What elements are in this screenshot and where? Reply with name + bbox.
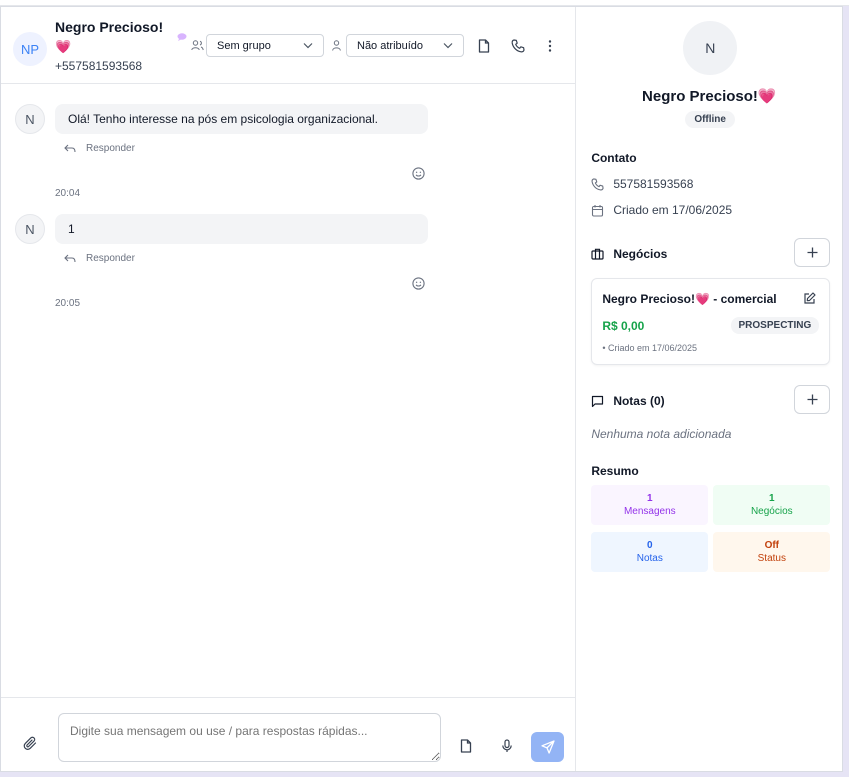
message-avatar: N [15,104,45,134]
plus-icon [807,394,818,405]
deal-created: • Criado em 17/06/2025 [602,343,698,353]
assign-select[interactable]: Não atribuído [346,34,464,57]
reply-label: Responder [86,253,135,264]
phone-icon [591,177,604,190]
phone-icon [511,39,525,53]
contact-created-value: Criado em 17/06/2025 [613,203,733,217]
contact-avatar[interactable]: NP [13,32,47,66]
user-icon [332,40,341,51]
notes-section-title: Notas (0) [591,394,665,408]
file-icon[interactable] [460,739,472,753]
chat-bubble-icon [177,33,187,41]
reply-label: Responder [86,143,135,154]
reply-icon [64,254,76,263]
dots-vertical-icon [548,40,552,52]
group-select[interactable]: Sem grupo [206,34,324,57]
app-window: NP Negro Precioso! 💗 +557581593568 Sem g… [0,6,843,772]
more-options-button[interactable] [541,37,559,55]
calendar-icon [592,204,604,217]
users-icon [191,40,204,51]
add-note-button[interactable] [794,385,831,414]
emoji-reaction-icon[interactable] [412,167,425,180]
summary-card-deals: 1 Negócios [713,485,831,525]
group-select-value: Sem grupo [217,40,271,52]
message-input[interactable] [58,713,441,762]
reply-button[interactable]: Responder [64,143,135,154]
edit-icon[interactable] [803,292,816,305]
deal-card[interactable]: Negro Precioso!💗 - comercial R$ 0,00 PRO… [591,278,831,365]
summary-card-notes: 0 Notas [591,532,709,572]
contact-avatar-large: N [683,21,738,75]
contact-phone-value: 557581593568 [613,177,694,191]
contact-name: Negro Precioso!💗 [642,88,777,105]
deal-value: R$ 0,00 [602,319,645,333]
heart-emoji: 💗 [55,39,72,54]
deal-title: Negro Precioso!💗 - comercial [602,292,777,306]
message-bubble: Olá! Tenho interesse na pós em psicologi… [55,104,428,134]
notes-button[interactable] [475,37,493,55]
summary-section-title: Resumo [591,464,639,478]
notes-section-label: Notas (0) [613,394,665,408]
chat-header: NP Negro Precioso! 💗 +557581593568 Sem g… [1,7,576,84]
deals-section-label: Negócios [613,247,668,261]
summary-card-messages: 1 Mensagens [591,485,709,525]
contact-created-row: Criado em 17/06/2025 [591,203,732,217]
summary-card-status: Off Status [713,532,831,572]
contact-details-panel: N Negro Precioso!💗 Offline Contato 55758… [576,7,842,771]
reply-icon [64,144,76,153]
message-avatar: N [15,214,45,244]
deal-stage-badge: PROSPECTING [730,317,820,334]
summary-label: Mensagens [623,506,676,517]
send-icon [540,740,555,754]
message-time: 20:04 [55,188,81,199]
call-button[interactable] [509,37,527,55]
reply-button[interactable]: Responder [64,253,135,264]
briefcase-icon [591,248,604,260]
contact-name: Negro Precioso! [55,19,164,35]
message-bubble: 1 [55,214,428,244]
deals-section-title: Negócios [591,247,667,261]
paperclip-icon[interactable] [23,736,38,751]
plus-icon [807,247,818,258]
microphone-icon[interactable] [501,739,513,753]
file-icon [478,39,490,53]
chevron-down-icon [303,43,313,49]
send-button[interactable] [531,732,564,762]
assign-select-value: Não atribuído [357,40,424,52]
add-deal-button[interactable] [794,238,831,267]
message-composer [1,697,576,773]
contact-phone: +557581593568 [55,59,143,73]
summary-label: Negócios [750,506,793,517]
summary-value: 0 [647,540,653,551]
message-time: 20:05 [55,298,81,309]
message-square-icon [592,395,604,407]
contact-section-title: Contato [591,151,637,165]
emoji-reaction-icon[interactable] [412,277,425,290]
contact-phone-row: 557581593568 [591,177,693,191]
summary-label: Status [757,553,786,564]
chat-panel: NP Negro Precioso! 💗 +557581593568 Sem g… [1,7,577,773]
summary-value: 1 [647,493,653,504]
summary-value: 1 [769,493,775,504]
status-badge: Offline [685,111,735,128]
notes-empty-text: Nenhuma nota adicionada [591,427,732,441]
chevron-down-icon [443,43,453,49]
summary-value: Off [764,540,780,551]
summary-label: Notas [636,553,663,564]
